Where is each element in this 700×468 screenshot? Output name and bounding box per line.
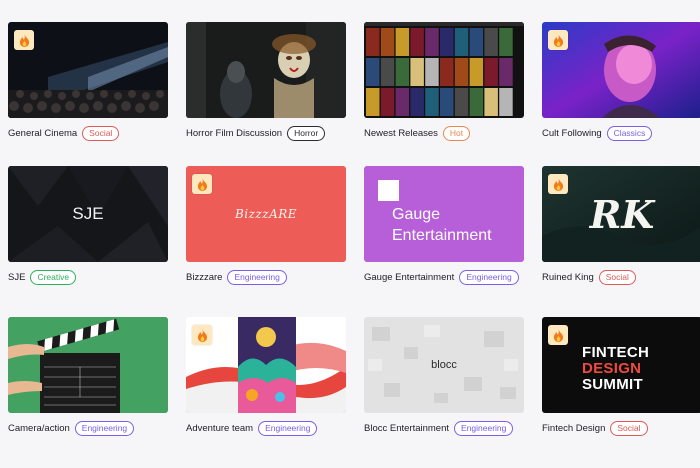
card-meta: SJE Creative <box>8 270 77 285</box>
horror-clown-image <box>186 22 346 118</box>
movie-posters-grid-image <box>364 22 524 118</box>
thumbnail-logo-text: FINTECH DESIGN SUMMIT <box>582 345 649 393</box>
fire-icon <box>192 325 212 345</box>
card-thumbnail[interactable]: blocc <box>364 317 524 413</box>
card-thumbnail[interactable] <box>8 317 168 413</box>
clapperboard-image <box>8 317 168 413</box>
card-thumbnail[interactable] <box>8 22 168 118</box>
card-thumbnail[interactable] <box>186 22 346 118</box>
card-thumbnail[interactable]: FINTECH DESIGN SUMMIT <box>542 317 700 413</box>
logo-line-2: DESIGN <box>582 360 642 377</box>
thumbnail-logo-text: SJE <box>72 204 104 223</box>
card-title[interactable]: Bizzzare <box>186 272 222 283</box>
card-title[interactable]: Gauge Entertainment <box>364 272 454 283</box>
card-meta: General Cinema Social <box>8 126 120 141</box>
card-meta: Ruined King Social <box>542 270 636 285</box>
logo-line-3: SUMMIT <box>582 376 643 393</box>
card-meta: Gauge Entertainment Engineering <box>364 270 519 285</box>
category-badge[interactable]: Social <box>610 421 648 436</box>
card-meta: Horror Film Discussion Horror <box>186 126 326 141</box>
card-title[interactable]: Newest Releases <box>364 128 438 139</box>
card-meta: Camera/action Engineering <box>8 421 135 436</box>
card-thumbnail[interactable] <box>364 22 524 118</box>
card-thumbnail[interactable] <box>186 317 346 413</box>
category-badge[interactable]: Hot <box>442 126 471 141</box>
card-meta: Newest Releases Hot <box>364 126 471 141</box>
card-thumbnail[interactable]: SJE <box>8 166 168 262</box>
fire-icon <box>548 174 568 194</box>
card-title[interactable]: General Cinema <box>8 128 77 139</box>
card-title[interactable]: Blocc Entertainment <box>364 423 449 434</box>
category-badge[interactable]: Engineering <box>227 270 287 285</box>
card-thumbnail[interactable]: Gauge Entertainment <box>364 166 524 262</box>
card-meta: Bizzzare Engineering <box>186 270 287 285</box>
card-thumbnail[interactable] <box>542 22 700 118</box>
card-title[interactable]: Camera/action <box>8 423 70 434</box>
category-badge[interactable]: Engineering <box>454 421 514 436</box>
card-title[interactable]: Fintech Design <box>542 423 605 434</box>
category-badge[interactable]: Creative <box>30 270 77 285</box>
card-title[interactable]: Horror Film Discussion <box>186 128 282 139</box>
category-badge[interactable]: Classics <box>606 126 653 141</box>
fire-icon <box>548 325 568 345</box>
logo-line-1: FINTECH <box>582 344 650 361</box>
card-meta: Blocc Entertainment Engineering <box>364 421 514 436</box>
card-meta: Cult Following Classics <box>542 126 653 141</box>
card-meta: Fintech Design Social <box>542 421 648 436</box>
card-title[interactable]: Cult Following <box>542 128 602 139</box>
card-thumbnail[interactable]: BizzzARE <box>186 166 346 262</box>
fire-icon <box>14 30 34 50</box>
category-badge[interactable]: Engineering <box>74 421 135 436</box>
category-badge[interactable]: Engineering <box>459 270 519 285</box>
fire-icon <box>548 30 568 50</box>
card-meta: Adventure team Engineering <box>186 421 318 436</box>
card-title[interactable]: Ruined King <box>542 272 594 283</box>
card-title[interactable]: SJE <box>8 272 25 283</box>
community-grid: General Cinema Social Horror Film Discus… <box>0 0 700 468</box>
card-title[interactable]: Adventure team <box>186 423 253 434</box>
category-badge[interactable]: Social <box>82 126 120 141</box>
category-badge[interactable]: Social <box>598 270 636 285</box>
thumbnail-logo-text: Gauge Entertainment <box>392 206 492 244</box>
fire-icon <box>192 174 212 194</box>
thumbnail-logo-text: blocc <box>431 359 457 371</box>
logo-square <box>378 180 399 201</box>
category-badge[interactable]: Horror <box>287 126 326 141</box>
card-thumbnail[interactable]: RK <box>542 166 700 262</box>
category-badge[interactable]: Engineering <box>258 421 318 436</box>
